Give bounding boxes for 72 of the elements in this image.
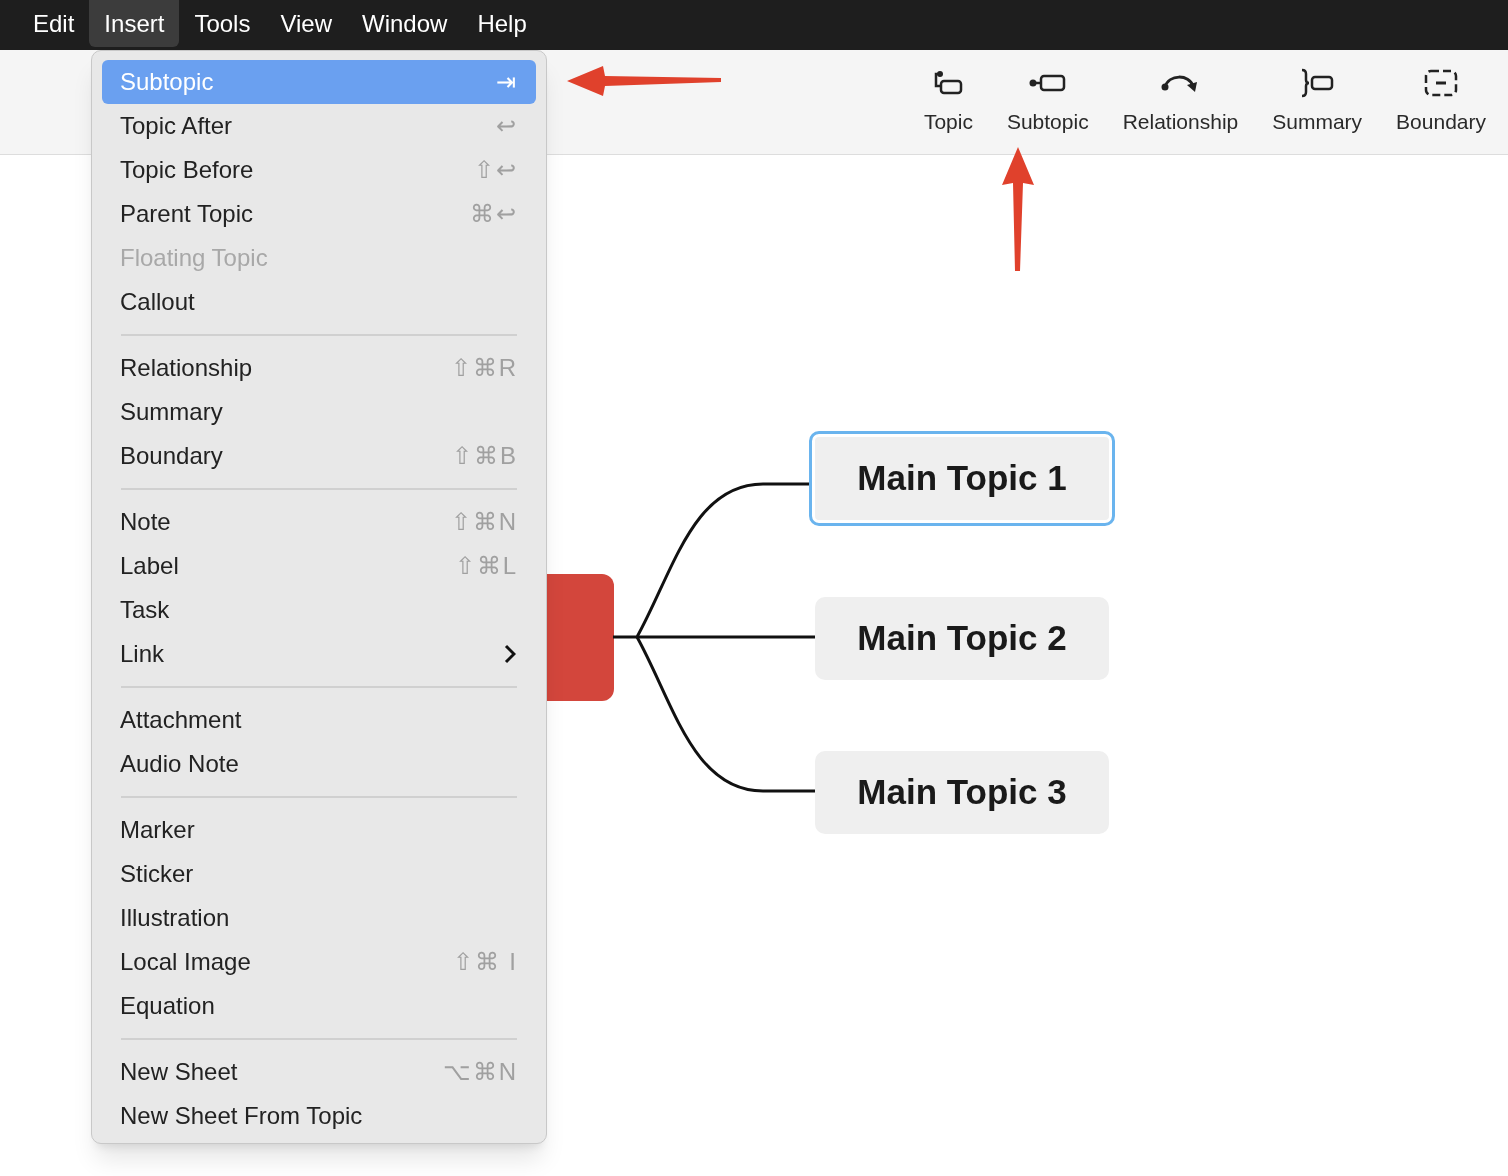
chevron-right-icon [504, 644, 516, 664]
menu-item[interactable]: Equation [102, 984, 536, 1028]
menu-item[interactable]: Task [102, 588, 536, 632]
menu-item[interactable]: New Sheet ⌥⌘N [102, 1050, 536, 1094]
main-topic[interactable]: Main Topic 3 [815, 751, 1109, 834]
menu-item-label: Topic After [120, 111, 233, 141]
menu-item-label: Sticker [120, 859, 194, 889]
menu-item[interactable]: Topic After ↩ [102, 104, 536, 148]
menu-item[interactable]: Topic Before ⇧↩ [102, 148, 536, 192]
menu-item-label: Local Image [120, 947, 251, 977]
menu-item[interactable]: Local Image ⇧⌘ I [102, 940, 536, 984]
central-topic[interactable] [547, 574, 614, 701]
shortcut-label: ⇧⌘L [454, 551, 518, 581]
menu-item[interactable]: Summary [102, 390, 536, 434]
menu-item[interactable]: Illustration [102, 896, 536, 940]
menu-item-label: Audio Note [120, 749, 239, 779]
toolbar-button[interactable]: Topic [907, 68, 989, 138]
menu-item[interactable]: Callout [102, 280, 536, 324]
menu-bar-item[interactable]: Edit [18, 0, 90, 47]
toolbar-button[interactable]: Summary [1256, 68, 1379, 138]
menu-item[interactable]: New Sheet From Topic [102, 1094, 536, 1138]
menu-item-label: New Sheet From Topic [120, 1101, 363, 1131]
menu-item[interactable]: Parent Topic ⌘↩ [102, 192, 536, 236]
boundary-icon [1424, 69, 1459, 97]
topic-icon [932, 70, 965, 96]
toolbar-button[interactable]: Relationship [1106, 68, 1255, 138]
menu-bar-item[interactable]: Window [347, 0, 463, 47]
menu-item-label: Topic Before [120, 155, 254, 185]
toolbar-button[interactable]: Boundary [1380, 68, 1502, 138]
shortcut-label: ↩ [496, 111, 518, 141]
brace-icon [1299, 68, 1336, 98]
menu-item-label: Subtopic [120, 67, 214, 97]
shortcut-label: ⇧⌘N [450, 507, 518, 537]
shortcut-label: ⇧⌘B [452, 441, 518, 471]
menu-item[interactable]: Relationship ⇧⌘R [102, 346, 536, 390]
menu-item-label: Attachment [120, 705, 242, 735]
menu-item-label: Parent Topic [120, 199, 253, 229]
main-topic[interactable]: Main Topic 2 [815, 597, 1109, 680]
menu-item-label: Task [120, 595, 170, 625]
shortcut-label: ⇧⌘R [450, 353, 518, 383]
shortcut-label: ⇥ [496, 67, 518, 97]
menu-item-label: Boundary [120, 441, 223, 471]
menu-bar-item[interactable]: Tools [179, 0, 266, 47]
menu-item[interactable]: Audio Note [102, 742, 536, 786]
menu-bar-item[interactable]: Insert [89, 0, 180, 47]
menu-item-label: Marker [120, 815, 195, 845]
menu-bar-item[interactable]: View [265, 0, 347, 47]
menu-item-label: Link [120, 639, 165, 669]
shortcut-label: ⌘↩ [470, 199, 518, 229]
menu-item[interactable]: Note ⇧⌘N [102, 500, 536, 544]
menu-item-label: Summary [120, 397, 223, 427]
menu-item-label: Floating Topic [120, 243, 268, 273]
menu-item[interactable]: Label ⇧⌘L [102, 544, 536, 588]
menu-item-label: New Sheet [120, 1057, 238, 1087]
menu-item[interactable]: Sticker [102, 852, 536, 896]
menu-item[interactable]: Boundary ⇧⌘B [102, 434, 536, 478]
main-topic[interactable]: Main Topic 1 [809, 431, 1115, 526]
toolbar-button[interactable]: Subtopic [990, 68, 1105, 138]
subtopic-icon [1028, 73, 1067, 93]
menu-bar-item[interactable]: Help [462, 0, 542, 47]
menu-item-label: Note [120, 507, 171, 537]
shortcut-label: ⌥⌘N [442, 1057, 518, 1087]
menu-item-label: Label [120, 551, 179, 581]
shortcut-label: ⇧⌘ I [452, 947, 518, 977]
menu-item-label: Illustration [120, 903, 230, 933]
shortcut-label: ⇧↩ [474, 155, 518, 185]
menu-item-label: Callout [120, 287, 195, 317]
menu-item[interactable]: Marker [102, 808, 536, 852]
menu-item-label: Equation [120, 991, 215, 1021]
menu-item[interactable]: Attachment [102, 698, 536, 742]
menu-item[interactable]: Link [102, 632, 536, 676]
menu-item-label: Relationship [120, 353, 253, 383]
